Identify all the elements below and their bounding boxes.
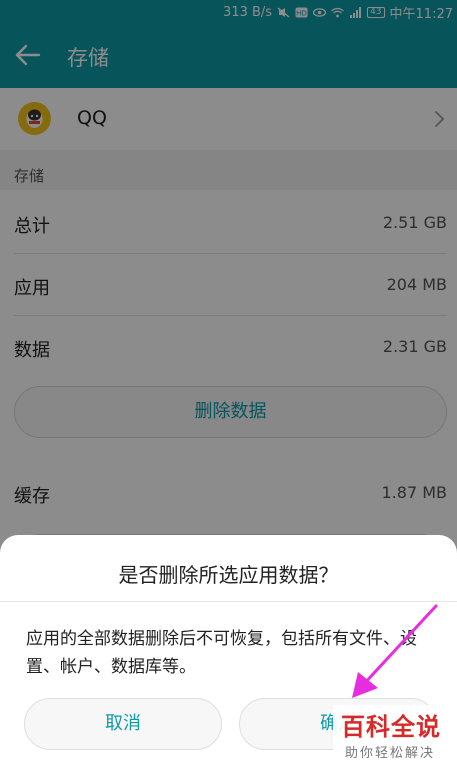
- watermark-subtitle: 助你轻松解决: [345, 746, 436, 761]
- watermark-logo: 百科全说 助你轻松解决: [333, 705, 451, 767]
- dialog-title: 是否删除所选应用数据？: [118, 563, 339, 587]
- watermark-title: 百科全说: [341, 713, 441, 741]
- pointer-arrow-annotation: [352, 604, 438, 698]
- cancel-button[interactable]: 取消: [24, 698, 222, 750]
